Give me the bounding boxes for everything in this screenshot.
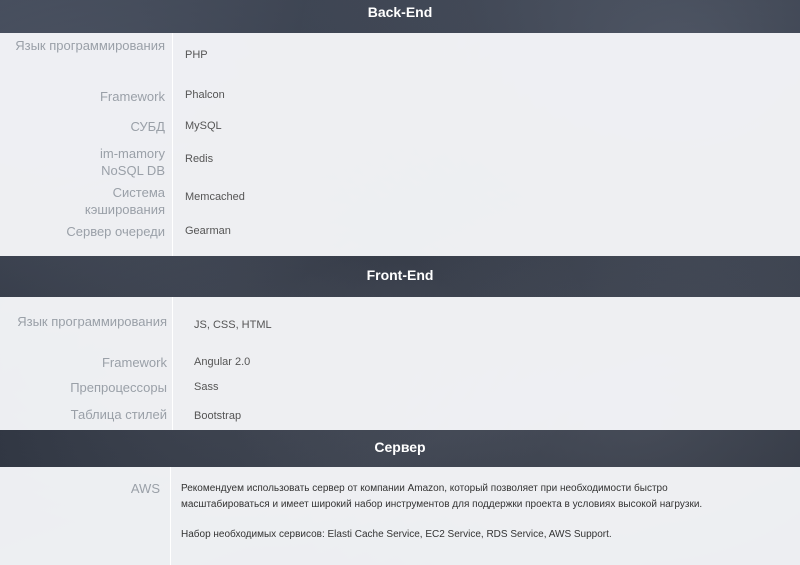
label-nosql: im-mamory NoSQL DB bbox=[100, 146, 165, 178]
label-dbms: СУБД bbox=[130, 119, 165, 134]
value-queue: Gearman bbox=[185, 225, 231, 237]
section-header-front-end: Front-End bbox=[366, 267, 434, 283]
aws-services-text: Набор необходимых сервисов: Elasti Cache… bbox=[181, 529, 612, 540]
value-cache: Memcached bbox=[185, 191, 245, 203]
label-language: Язык программирования bbox=[15, 38, 165, 53]
section-header-back-end: Back-End bbox=[367, 4, 433, 20]
column-divider bbox=[172, 297, 173, 430]
value-dbms: MySQL bbox=[185, 120, 222, 132]
value-nosql: Redis bbox=[185, 153, 214, 165]
value-framework: Angular 2.0 bbox=[194, 356, 251, 368]
front-end-table: Язык программирования JS, CSS, HTML Fram… bbox=[0, 297, 800, 430]
label-stylesheet: Таблица стилей bbox=[70, 407, 167, 422]
column-divider bbox=[170, 467, 171, 565]
label-framework: Framework bbox=[101, 355, 167, 370]
value-language: JS, CSS, HTML bbox=[194, 319, 272, 331]
value-stylesheet: Bootstrap bbox=[194, 410, 242, 422]
label-aws: AWS bbox=[130, 481, 160, 496]
label-preprocessors: Препроцессоры bbox=[70, 380, 167, 395]
label-language: Язык программирования bbox=[17, 314, 167, 329]
value-preprocessors: Sass bbox=[194, 381, 219, 393]
column-divider bbox=[172, 33, 173, 256]
label-framework: Framework bbox=[99, 89, 165, 104]
back-end-table: Язык программирования PHP Framework Phal… bbox=[0, 33, 800, 256]
server-table: AWS Рекомендуем использовать сервер от к… bbox=[0, 467, 800, 565]
aws-recommendation-text: Рекомендуем использовать сервер от компа… bbox=[181, 483, 703, 510]
value-framework: Phalcon bbox=[185, 89, 225, 101]
label-cache: Система кэширования bbox=[84, 185, 165, 217]
value-language: PHP bbox=[185, 49, 208, 61]
section-header-server: Сервер bbox=[374, 439, 426, 455]
label-queue: Сервер очереди bbox=[66, 224, 165, 239]
aws-description: Рекомендуем использовать сервер от компа… bbox=[181, 481, 741, 543]
